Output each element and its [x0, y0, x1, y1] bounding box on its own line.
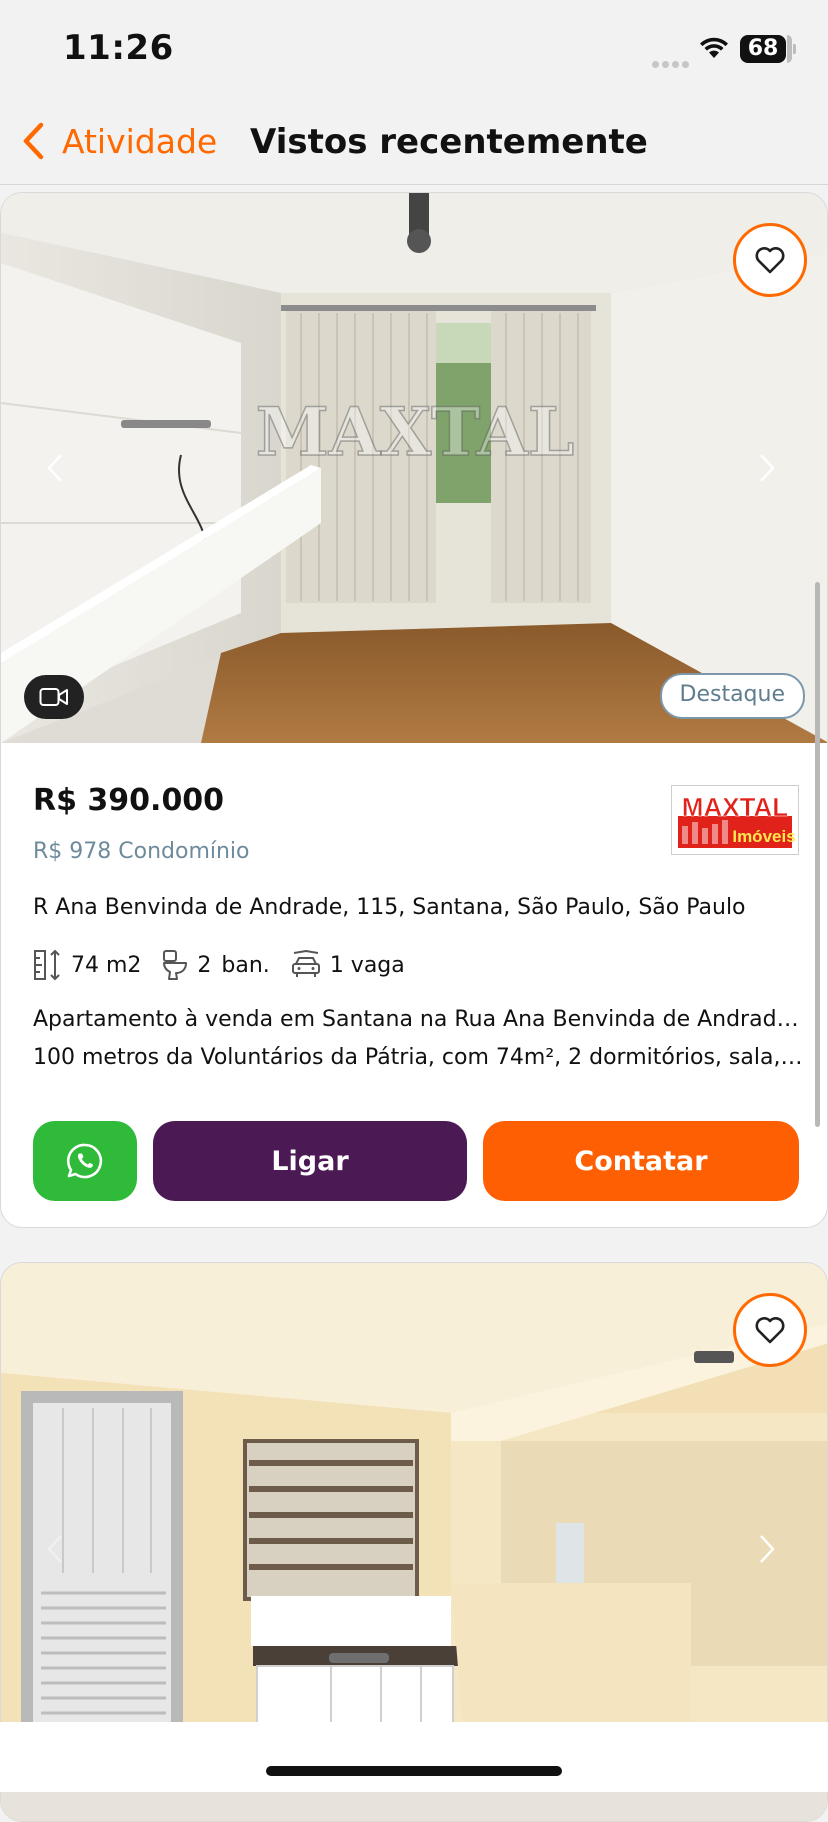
photo-next-button[interactable]: [747, 1519, 787, 1579]
home-indicator-area: [0, 1722, 828, 1792]
photo-prev-button[interactable]: [35, 1519, 75, 1579]
logo-brand-text: MAXTAL: [682, 792, 789, 822]
listing-photo[interactable]: MAXTAL Destaque: [1, 193, 827, 743]
chevron-right-icon: [760, 1535, 775, 1563]
area-feature: 74 m2: [33, 949, 141, 981]
listing-actions: Ligar Contatar: [33, 1121, 799, 1201]
status-time: 11:26: [63, 28, 174, 68]
listing-features: 74 m2 2 ban. 1 vaga: [33, 945, 425, 985]
heart-icon: [755, 1317, 785, 1344]
bathroom-feature: 2 ban.: [161, 949, 270, 981]
chevron-right-icon: [760, 454, 775, 482]
bathroom-label: ban.: [221, 952, 270, 978]
maxtal-logo-image: MAXTAL Imóveis: [676, 790, 796, 850]
listing-price: R$ 390.000: [33, 783, 225, 818]
wifi-icon: [700, 37, 728, 58]
back-button[interactable]: Atividade: [22, 118, 217, 164]
battery-indicator: 68: [740, 35, 786, 63]
photo-watermark: MAXTAL: [256, 393, 575, 471]
whatsapp-icon: [66, 1143, 103, 1179]
navigation-bar: Atividade Vistos recentemente: [0, 100, 828, 185]
area-icon: [34, 949, 60, 981]
toilet-icon: [163, 950, 188, 980]
video-tour-button[interactable]: [24, 675, 84, 719]
contact-button[interactable]: Contatar: [483, 1121, 799, 1201]
bathroom-count: 2: [197, 952, 212, 978]
back-label: Atividade: [62, 121, 218, 161]
heart-icon: [755, 247, 785, 274]
agency-logo[interactable]: MAXTAL Imóveis: [671, 785, 799, 855]
battery-empty-portion: [787, 35, 792, 63]
photo-prev-button[interactable]: [35, 438, 75, 498]
highlight-badge: Destaque: [659, 673, 805, 719]
listing-description: Apartamento à venda em Santana na Rua An…: [33, 1001, 803, 1077]
scroll-indicator[interactable]: [815, 582, 820, 1127]
chevron-left-icon: [23, 122, 44, 160]
battery-cap: [793, 44, 796, 54]
living-room-photo: MAXTAL: [1, 193, 827, 743]
condo-fee: R$ 978 Condomínio: [33, 839, 250, 864]
chevron-left-icon: [47, 454, 62, 482]
favorite-button[interactable]: [733, 223, 807, 297]
call-button[interactable]: Ligar: [153, 1121, 467, 1201]
chevron-left-icon: [47, 1535, 62, 1563]
favorite-button[interactable]: [733, 1293, 807, 1367]
parking-feature: 1 vaga: [290, 950, 405, 980]
video-camera-icon: [39, 688, 68, 706]
page-title: Vistos recentemente: [250, 122, 648, 162]
cellular-signal-icon: [652, 53, 692, 72]
description-line-1: Apartamento à venda em Santana na Rua An…: [33, 1007, 803, 1032]
whatsapp-button[interactable]: [33, 1121, 137, 1201]
car-icon: [291, 950, 320, 977]
parking-value: 1 vaga: [329, 952, 405, 978]
photo-next-button[interactable]: [747, 438, 787, 498]
listing-address: R Ana Benvinda de Andrade, 115, Santana,…: [33, 895, 746, 920]
area-value: 74 m2: [71, 952, 142, 978]
description-line-2: 100 metros da Voluntários da Pátria, com…: [33, 1045, 803, 1070]
logo-subtitle-text: Imóveis: [732, 827, 795, 846]
listing-card[interactable]: MAXTAL Destaque R$ 390.000 R$ 978 Condom…: [0, 192, 828, 1228]
status-bar: 11:26 68: [0, 0, 828, 100]
home-indicator[interactable]: [266, 1766, 562, 1776]
